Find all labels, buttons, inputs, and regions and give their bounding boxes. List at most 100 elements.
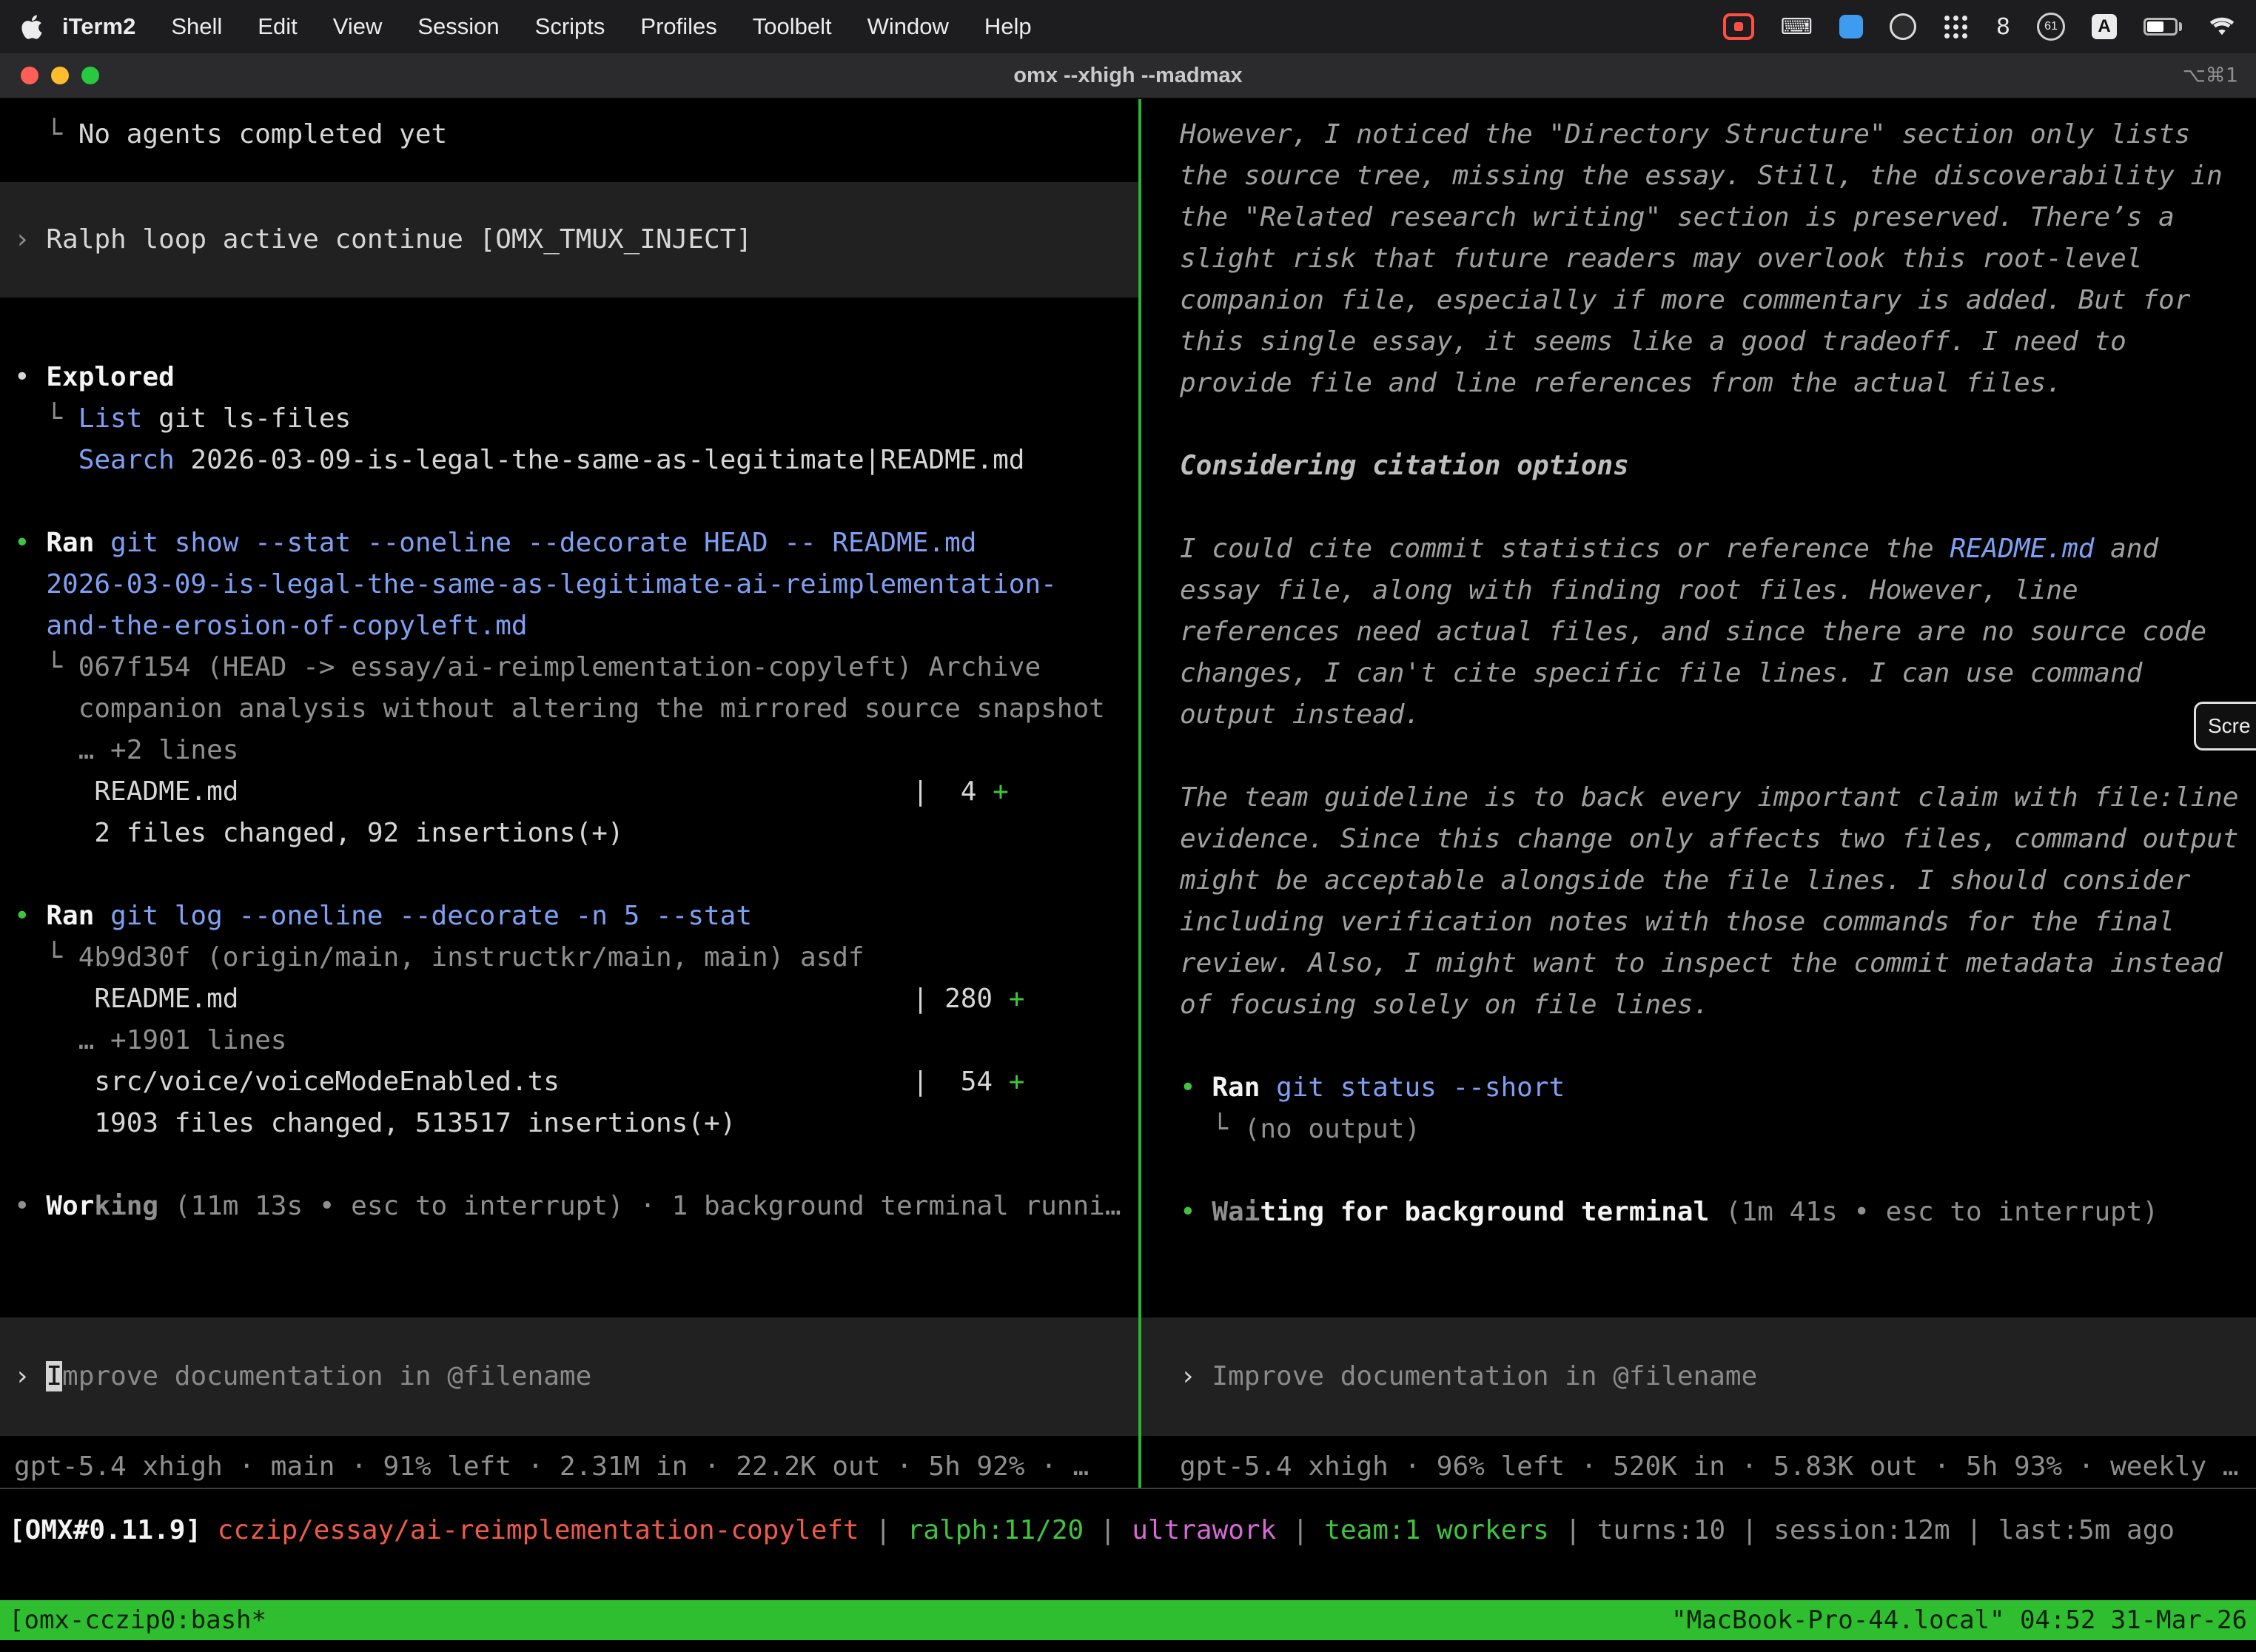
terminal-line: README.md | 280 +: [0, 978, 1138, 1020]
text-segment: session:12m: [1773, 1515, 1950, 1545]
left-composer[interactable]: › Improve documentation in @filename: [0, 1317, 1138, 1436]
inject-box-line: › Ralph loop active continue [OMX_TMUX_I…: [0, 219, 1138, 261]
text-segment: turns:10: [1597, 1515, 1725, 1545]
circle-app-icon[interactable]: [1890, 13, 1916, 40]
wifi-icon[interactable]: [2209, 17, 2235, 37]
right-composer[interactable]: › Improve documentation in @filename: [1141, 1317, 2256, 1436]
terminal-line: › Improve documentation in @filename: [1141, 1356, 2256, 1397]
text-segment: •: [14, 1191, 46, 1221]
apple-icon: [21, 13, 43, 41]
terminal-line: this single essay, it seems like a good …: [1141, 321, 2256, 363]
text-segment: Ran: [46, 528, 94, 558]
inject-banner: › Ralph loop active continue [OMX_TMUX_I…: [0, 182, 1138, 298]
text-segment: … +1901 lines: [14, 1025, 286, 1055]
terminal-line: 2026-03-09-is-legal-the-same-as-legitima…: [0, 564, 1138, 605]
terminal-line: • Ran git log --oneline --decorate -n 5 …: [0, 896, 1138, 937]
tmux-host-time-label: "MacBook-Pro-44.local" 04:52 31-Mar-26: [1671, 1605, 2247, 1635]
menu-item-help[interactable]: Help: [967, 13, 1050, 40]
menu-items: ShellEditViewSessionScriptsProfilesToolb…: [153, 13, 1049, 40]
terminal-line: [1141, 1150, 2256, 1192]
key-8-icon[interactable]: 8: [1996, 14, 2010, 40]
left-pre-lines: └ No agents completed yet: [0, 114, 1138, 155]
text-segment: (11m 13s • esc to interrupt) · 1 backgro…: [158, 1191, 1121, 1221]
terminal-line: including verification notes with those …: [1141, 901, 2256, 943]
text-segment: Search: [78, 445, 175, 475]
terminal-line: [0, 854, 1138, 896]
terminal-line: references need actual files, and since …: [1141, 611, 2256, 653]
text-segment: 2026-03-09-is-legal-the-same-as-legitima…: [175, 445, 1025, 475]
title-bar[interactable]: omx --xhigh --madmax ⌥⌘1: [0, 53, 2256, 99]
terminal-line: └ 4b9d30f (origin/main, instructkr/main,…: [0, 937, 1138, 978]
text-segment: •: [14, 901, 46, 931]
text-segment: 2026-03-09-is-legal-the-same-as-legitima…: [14, 569, 1057, 600]
menu-item-toolbelt[interactable]: Toolbelt: [735, 13, 850, 40]
text-segment: review. Also, I might want to inspect th…: [1180, 948, 2223, 978]
menu-item-edit[interactable]: Edit: [240, 13, 315, 40]
screen-popup-label: Scre: [2208, 714, 2251, 738]
terminal-line: └ No agents completed yet: [0, 114, 1138, 155]
terminal-line: companion analysis without altering the …: [0, 688, 1138, 730]
menu-item-iterm2[interactable]: iTerm2: [53, 13, 153, 40]
terminal-line: › Ralph loop active continue [OMX_TMUX_I…: [0, 219, 1138, 261]
screen-recording-icon[interactable]: [1723, 13, 1754, 40]
text-segment: +: [993, 776, 1009, 807]
terminal-line: essay file, along with finding root file…: [1141, 570, 2256, 611]
apple-menu[interactable]: [21, 13, 43, 41]
text-segment: this single essay, it seems like a good …: [1180, 326, 2126, 357]
text-segment: •: [1180, 1197, 1212, 1227]
terminal-line: review. Also, I might want to inspect th…: [1141, 943, 2256, 984]
text-segment: Ralph loop active continue [OMX_TMUX_INJ…: [46, 224, 752, 255]
text-segment: |: [1950, 1515, 1998, 1545]
menubar-status-icons: ⌨ 8 61 A: [1723, 13, 2235, 41]
text-segment: companion analysis without altering the …: [14, 694, 1105, 724]
blue-app-icon[interactable]: [1839, 15, 1863, 38]
text-segment: gpt-5.4 xhigh · 96% left · 520K in · 5.8…: [1180, 1451, 2238, 1482]
grid-icon[interactable]: [1943, 13, 1970, 40]
terminal-line: [1141, 487, 2256, 528]
text-segment: git log --oneline --decorate -n 5 --stat: [94, 901, 752, 931]
text-segment: including verification notes with those …: [1180, 907, 2175, 937]
text-segment: Wor: [46, 1191, 94, 1221]
left-pane-content: └ No agents completed yet › Ralph loop a…: [0, 114, 1138, 1317]
text-segment: evidence. Since this change only affects…: [1180, 824, 2238, 854]
gauge-icon[interactable]: 61: [2037, 13, 2065, 41]
text-segment: gpt-5.4 xhigh · main · 91% left · 2.31M …: [14, 1451, 1089, 1482]
text-cursor: I: [46, 1361, 62, 1391]
text-segment: └: [14, 119, 78, 150]
menu-item-profiles[interactable]: Profiles: [622, 13, 734, 40]
text-segment: •: [14, 528, 46, 558]
text-segment: List: [78, 403, 143, 434]
left-status-line: gpt-5.4 xhigh · main · 91% left · 2.31M …: [0, 1446, 1138, 1488]
right-pane[interactable]: However, I noticed the "Directory Struct…: [1141, 99, 2256, 1488]
terminal-line: • Waiting for background terminal (1m 41…: [1141, 1192, 2256, 1233]
terminal-line: … +1901 lines: [0, 1020, 1138, 1061]
text-segment: ›: [14, 1361, 46, 1391]
input-source-icon[interactable]: A: [2092, 14, 2117, 39]
keyboard-icon[interactable]: ⌨: [1781, 14, 1813, 40]
terminal-line: gpt-5.4 xhigh · main · 91% left · 2.31M …: [0, 1446, 1138, 1488]
terminal-line: • Ran git status --short: [1141, 1067, 2256, 1109]
text-segment: changes, I can't cite specific file line…: [1180, 658, 2142, 688]
menu-item-scripts[interactable]: Scripts: [517, 13, 623, 40]
text-segment: |: [1276, 1515, 1324, 1545]
left-pane[interactable]: └ No agents completed yet › Ralph loop a…: [0, 99, 1138, 1488]
menu-item-view[interactable]: View: [315, 13, 400, 40]
terminal-line: • Ran git show --stat --oneline --decora…: [0, 523, 1138, 564]
menu-item-session[interactable]: Session: [400, 13, 517, 40]
screen-popup[interactable]: Scre: [2194, 702, 2256, 751]
text-segment: might be acceptable alongside the file l…: [1180, 865, 2190, 896]
text-segment: references need actual files, and since …: [1180, 617, 2206, 647]
terminal-line: the source tree, missing the essay. Stil…: [1141, 155, 2256, 197]
terminal-line: README.md | 4 +: [0, 771, 1138, 813]
text-segment: README.md: [1950, 534, 2094, 564]
text-segment: src/voice/voiceModeEnabled.ts | 54: [14, 1067, 1009, 1097]
terminal: └ No agents completed yet › Ralph loop a…: [0, 99, 2256, 1488]
terminal-line: 1903 files changed, 513517 insertions(+): [0, 1103, 1138, 1144]
menu-item-shell[interactable]: Shell: [153, 13, 240, 40]
terminal-line: might be acceptable alongside the file l…: [1141, 860, 2256, 901]
terminal-line: the "Related research writing" section i…: [1141, 197, 2256, 238]
terminal-line: 2 files changed, 92 insertions(+): [0, 813, 1138, 854]
battery-icon[interactable]: [2143, 18, 2182, 36]
text-segment: Considering citation options: [1180, 451, 1629, 481]
menu-item-window[interactable]: Window: [850, 13, 967, 40]
